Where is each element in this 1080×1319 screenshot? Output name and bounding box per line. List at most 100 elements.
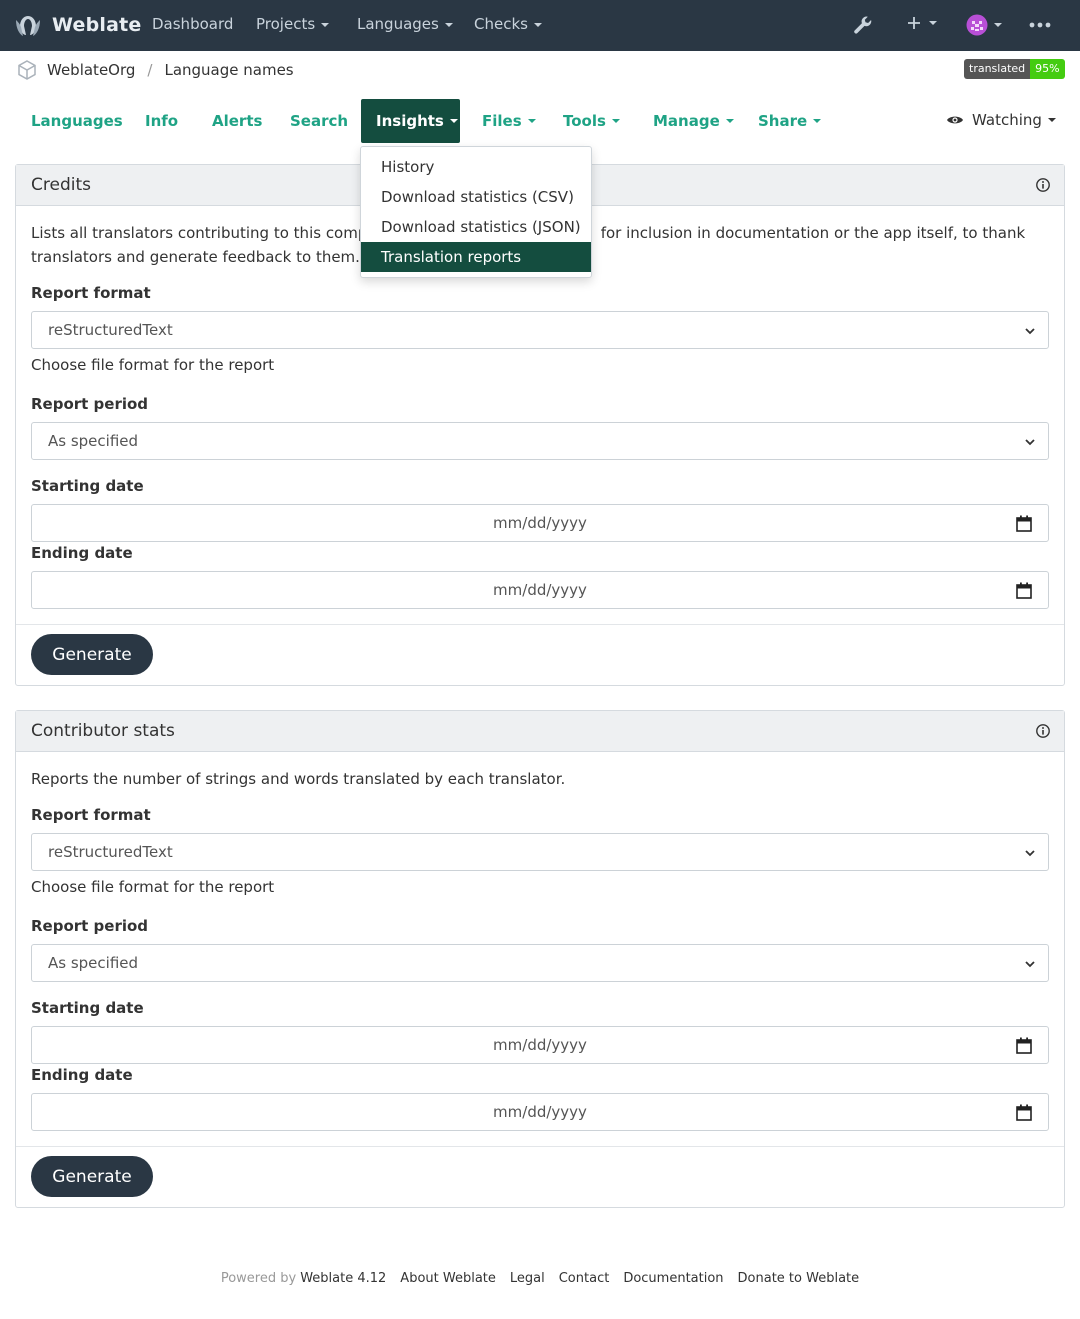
date-placeholder: mm/dd/yyyy (493, 1036, 587, 1054)
calendar-icon[interactable] (1016, 582, 1032, 599)
nav-projects-label: Projects (256, 15, 316, 33)
caret-down-icon (449, 119, 458, 123)
tab-label: Languages (31, 112, 123, 130)
report-format-select[interactable]: reStructuredText (31, 311, 1049, 349)
starting-date-label: Starting date (31, 477, 144, 495)
tab-manage[interactable]: Manage (638, 99, 749, 143)
ending-date-input[interactable]: mm/dd/yyyy (31, 571, 1049, 609)
report-period-label: Report period (31, 395, 149, 413)
tab-alerts[interactable]: Alerts (197, 99, 277, 143)
menu-item-history[interactable]: History (361, 152, 591, 182)
contributor-stats-heading: Contributor stats (16, 711, 1064, 752)
caret-down-icon (725, 119, 734, 123)
report-format-help: Choose file format for the report (31, 356, 275, 374)
generate-button[interactable]: Generate (31, 1156, 153, 1197)
nav-dashboard[interactable]: Dashboard (152, 15, 233, 33)
brand-name: Weblate (52, 14, 142, 36)
tab-label: Search (290, 112, 349, 130)
badge-value: 95% (1030, 59, 1065, 79)
breadcrumb-project[interactable]: WeblateOrg (47, 61, 135, 79)
tab-search[interactable]: Search (275, 99, 363, 143)
date-placeholder: mm/dd/yyyy (493, 514, 587, 532)
select-value: As specified (48, 432, 139, 450)
report-format-help: Choose file format for the report (31, 878, 275, 896)
tab-label: Files (482, 112, 522, 130)
breadcrumb-separator: / (147, 61, 153, 79)
contributor-stats-description: Reports the number of strings and words … (31, 770, 566, 788)
info-icon[interactable] (1036, 178, 1050, 192)
footer-link-legal[interactable]: Legal (510, 1271, 545, 1286)
nav-dashboard-label: Dashboard (152, 15, 234, 33)
avatar (966, 14, 988, 36)
chevron-down-icon (1025, 961, 1035, 968)
calendar-icon[interactable] (1016, 515, 1032, 532)
ending-date-input[interactable]: mm/dd/yyyy (31, 1093, 1049, 1131)
footer-link-about[interactable]: About Weblate (400, 1271, 496, 1286)
report-format-label: Report format (31, 284, 151, 302)
starting-date-input[interactable]: mm/dd/yyyy (31, 1026, 1049, 1064)
menu-item-translation-reports[interactable]: Translation reports (361, 242, 591, 272)
nav-checks-label: Checks (474, 15, 528, 33)
starting-date-label: Starting date (31, 999, 144, 1017)
footer-version-link[interactable]: Weblate 4.12 (300, 1271, 386, 1286)
watching-dropdown[interactable]: Watching (946, 111, 1056, 129)
tab-tools[interactable]: Tools (548, 99, 635, 143)
caret-down-icon (929, 21, 937, 25)
ending-date-label: Ending date (31, 544, 133, 562)
insights-dropdown-menu: History Download statistics (CSV) Downlo… (360, 146, 592, 278)
info-icon[interactable] (1036, 724, 1050, 738)
wrench-icon[interactable] (852, 14, 874, 36)
weblate-logo-icon (16, 16, 40, 36)
report-period-label: Report period (31, 917, 149, 935)
caret-down-icon (321, 22, 330, 27)
brand-link[interactable]: Weblate (14, 12, 141, 38)
report-period-select[interactable]: As specified (31, 944, 1049, 982)
starting-date-input[interactable]: mm/dd/yyyy (31, 504, 1049, 542)
generate-button[interactable]: Generate (31, 634, 153, 675)
panel-footer-divider (16, 1146, 1064, 1147)
add-menu[interactable] (905, 14, 937, 32)
select-value: As specified (48, 954, 139, 972)
chevron-down-icon (1025, 328, 1035, 335)
badge-label: translated (964, 59, 1031, 79)
chevron-down-icon (1025, 850, 1035, 857)
more-options-icon[interactable] (1029, 22, 1051, 28)
tab-insights[interactable]: Insights (361, 99, 460, 143)
powered-by-text: Powered by (220, 1271, 297, 1286)
report-period-select[interactable]: As specified (31, 422, 1049, 460)
menu-item-download-csv[interactable]: Download statistics (CSV) (361, 182, 591, 212)
tab-label: Share (758, 112, 808, 130)
contributor-stats-panel: Contributor stats Reports the number of … (15, 710, 1065, 1208)
panel-title: Contributor stats (31, 721, 175, 741)
ending-date-label: Ending date (31, 1066, 133, 1084)
tab-files[interactable]: Files (467, 99, 551, 143)
nav-checks[interactable]: Checks (474, 15, 542, 33)
tab-label: Insights (376, 112, 444, 130)
footer-link-contact[interactable]: Contact (559, 1271, 610, 1286)
plus-icon (908, 17, 920, 29)
caret-down-icon (611, 119, 620, 123)
caret-down-icon (994, 23, 1002, 27)
breadcrumb-component[interactable]: Language names (164, 61, 293, 79)
nav-languages-label: Languages (357, 15, 439, 33)
user-menu[interactable] (966, 14, 1002, 36)
translation-status-badge[interactable]: translated 95% (964, 59, 1065, 79)
report-format-select[interactable]: reStructuredText (31, 833, 1049, 871)
description-text: translators and generate feedback to the… (31, 248, 360, 266)
tab-share[interactable]: Share (743, 99, 836, 143)
calendar-icon[interactable] (1016, 1037, 1032, 1054)
calendar-icon[interactable] (1016, 1104, 1032, 1121)
caret-down-icon (533, 22, 542, 27)
date-placeholder: mm/dd/yyyy (493, 1103, 587, 1121)
panel-footer-divider (16, 624, 1064, 625)
menu-item-download-json[interactable]: Download statistics (JSON) (361, 212, 591, 242)
tab-info[interactable]: Info (130, 99, 193, 143)
nav-languages[interactable]: Languages (357, 15, 453, 33)
footer-link-documentation[interactable]: Documentation (623, 1271, 723, 1286)
eye-icon (947, 116, 963, 124)
tab-languages[interactable]: Languages (16, 99, 138, 143)
nav-projects[interactable]: Projects (256, 15, 330, 33)
select-value: reStructuredText (48, 843, 173, 861)
tab-label: Manage (653, 112, 720, 130)
footer-link-donate[interactable]: Donate to Weblate (738, 1271, 860, 1286)
